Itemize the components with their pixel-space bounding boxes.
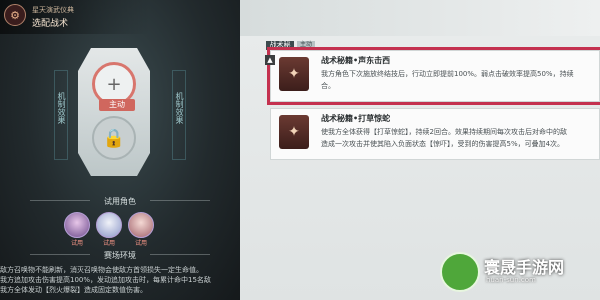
- env-divider-right: [150, 254, 210, 255]
- site-url: huan-sun.com: [486, 276, 536, 284]
- env-line-1: 敌方召唤物不能刷新，消灭召唤物会使敌方首领损失一定生命值。: [0, 266, 203, 274]
- tactic-card-desc-1: 使我方全体获得【打草惊蛇】，持续2回合。效果持续期间每次攻击后对命中的敌: [321, 128, 567, 136]
- scroll-icon: ✦: [279, 115, 309, 149]
- trial-avatar-2[interactable]: [96, 212, 122, 238]
- tactic-card-desc-1: 我方角色下次施放终结技后，行动立即提前100%。弱点击破效率提高50%，持续: [321, 70, 574, 78]
- tactic-card-name: 战术秘籍•声东击西: [321, 56, 391, 65]
- thumbs-up-icon: ▲: [265, 55, 275, 65]
- env-line-2: 我方追加攻击伤害提高100%，发动追加攻击时，每累计命中15名敌: [0, 276, 211, 284]
- trial-avatar-tag-1: 试用: [70, 240, 83, 247]
- left-panel: ⚙ 星天演武仪典 选配战术 机制效果 机制效果 + 主动 🔒 试用角色 试用 试…: [0, 0, 240, 300]
- site-watermark: 寰晟手游网 huan-sun.com: [440, 250, 600, 300]
- panel-top-bar: [240, 0, 600, 36]
- mode-badge-icon: ⚙: [4, 4, 26, 26]
- mode-title: 选配战术: [32, 19, 69, 29]
- plus-icon: +: [106, 73, 122, 95]
- tactic-card-1[interactable]: ▲ ✦ 战术秘籍•声东击西 我方角色下次施放终结技后，行动立即提前100%。弱点…: [265, 47, 600, 105]
- lock-icon: 🔒: [102, 127, 126, 149]
- mode-subtitle: 星天演武仪典: [32, 6, 74, 14]
- locked-tactic-slot[interactable]: 🔒: [92, 116, 136, 160]
- tactic-card-2[interactable]: ✦ 战术秘籍•打草惊蛇 使我方全体获得【打草惊蛇】，持续2回合。效果持续期间每次…: [270, 108, 600, 160]
- tactic-card-name: 战术秘籍•打草惊蛇: [321, 114, 391, 123]
- mode-header: ⚙ 星天演武仪典 选配战术: [0, 0, 150, 34]
- active-slot-tag: 主动: [99, 99, 135, 111]
- trial-divider-right: [150, 200, 210, 201]
- site-name: 寰晟手游网: [484, 258, 565, 277]
- env-line-3: 我方全体发动【烈火爆裂】造成固定数值伤害。: [0, 286, 147, 294]
- tactics-section-header: 战术秘籍 主动: [266, 40, 316, 58]
- trial-title: 试用角色: [104, 197, 136, 206]
- site-logo-icon: [440, 252, 480, 292]
- scroll-icon: ✦: [279, 57, 309, 91]
- right-vertical-label: 机制效果: [175, 92, 184, 124]
- env-title: 赛场环境: [104, 251, 136, 260]
- trial-avatar-3[interactable]: [128, 212, 154, 238]
- active-tactic-slot[interactable]: + 主动: [92, 62, 136, 111]
- trial-avatar-tag-2: 试用: [102, 240, 115, 247]
- trial-avatar-1[interactable]: [64, 212, 90, 238]
- tactics-section-title: 战术秘籍: [266, 40, 294, 58]
- tactic-card-desc-2: 造成一次攻击并使其陷入负面状态【惊吓】，受到的伤害提高5%，可叠加4次。: [321, 140, 565, 148]
- tactic-card-desc-2: 合。: [321, 82, 335, 90]
- trial-avatar-tag-3: 试用: [134, 240, 147, 247]
- tactics-section-pill: 主动: [297, 41, 316, 49]
- left-vertical-label: 机制效果: [57, 92, 66, 124]
